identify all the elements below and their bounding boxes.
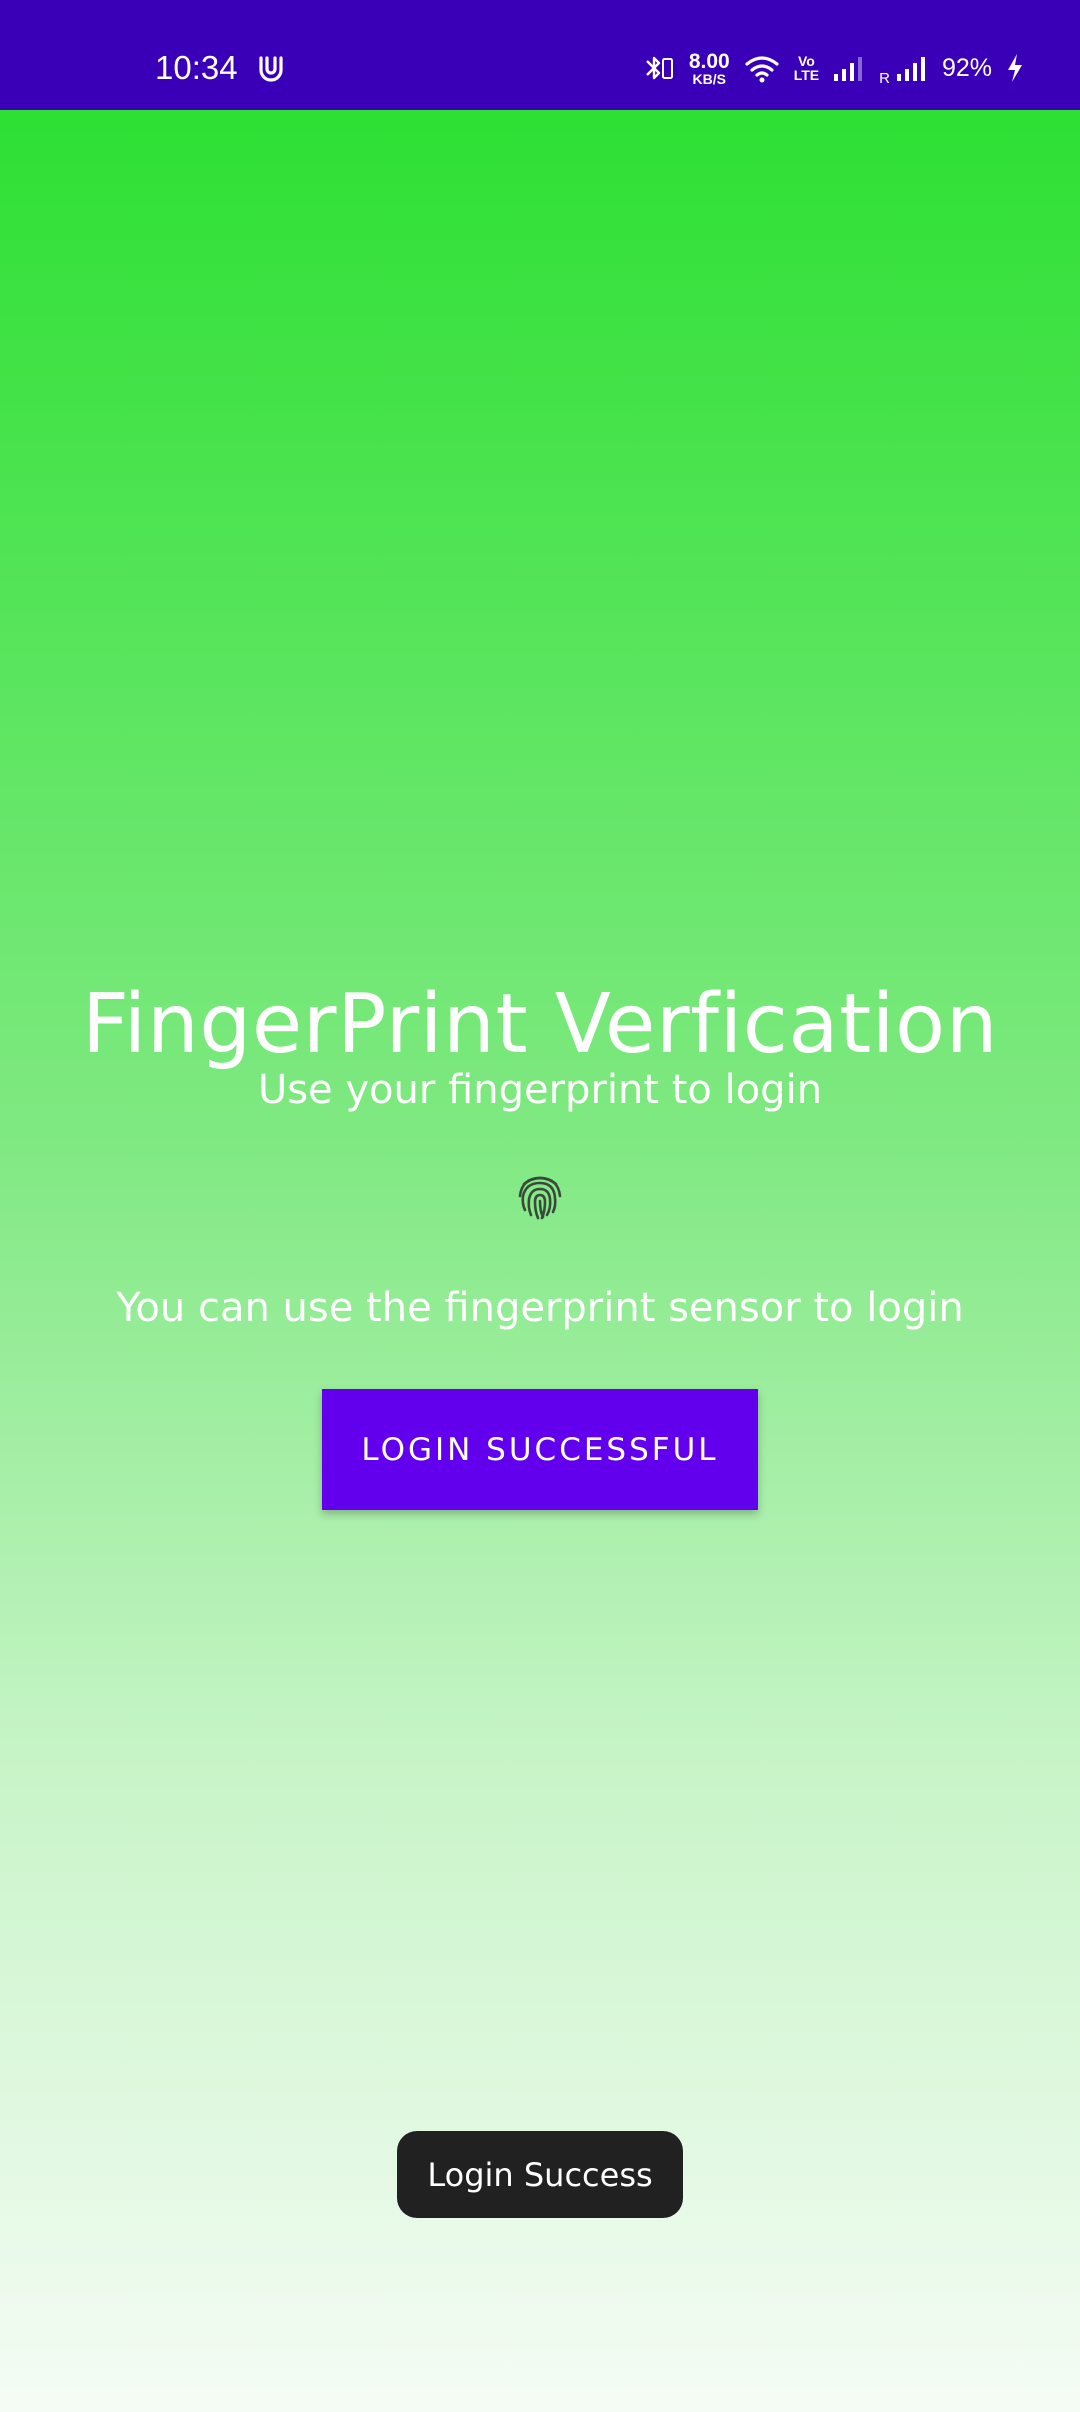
status-bar: 10:34 8.00 KB/S Vo LTE R 92% [0,0,1080,110]
wifi-icon [745,56,779,83]
volte-bottom: LTE [793,67,820,83]
fingerprint-icon[interactable] [514,1170,566,1222]
signal-roaming-icon [896,57,925,81]
network-speed-value: 8.00 [688,49,730,73]
signal-icon [834,57,863,81]
volte-indicator: Vo LTE [794,54,819,82]
bluetooth-icon [645,56,673,80]
charging-icon [1008,54,1022,82]
page-subtitle: Use your fingerprint to login [257,1067,823,1113]
battery-percentage: 92% [941,53,992,82]
status-icons: 8.00 KB/S Vo LTE R 92% [643,46,1024,90]
fingerprint-hint: You can use the fingerprint sensor to lo… [116,1285,964,1331]
login-successful-button[interactable]: LOGIN SUCCESSFUL [322,1389,758,1510]
network-speed-unit: KB/S [692,70,726,87]
volte-top: Vo [797,53,815,69]
page-title: FingerPrint Verfication [81,977,999,1072]
status-time: 10:34 [155,49,238,86]
login-screen: FingerPrint Verfication Use your fingerp… [0,110,1080,2412]
u-app-icon [259,56,283,82]
toast-message: Login Success [397,2131,683,2218]
network-speed: 8.00 KB/S [689,51,730,86]
roaming-indicator: R [879,70,890,87]
